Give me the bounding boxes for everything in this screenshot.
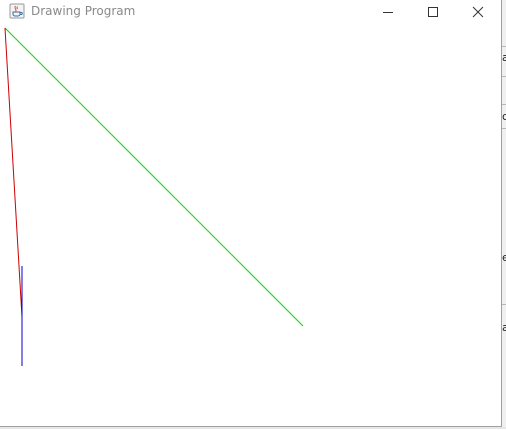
close-button[interactable] — [456, 0, 500, 23]
window-title: Drawing Program — [31, 4, 136, 18]
divider — [502, 104, 506, 105]
background-text-fragment: a — [502, 51, 506, 64]
drawing-program-window: Drawing Program — [0, 0, 502, 427]
background-window-edge: a c e a — [502, 0, 506, 429]
title-bar[interactable]: Drawing Program — [0, 0, 501, 23]
divider — [502, 128, 506, 129]
drawing-canvas[interactable] — [0, 23, 501, 426]
divider — [502, 46, 506, 47]
divider — [502, 304, 506, 305]
background-text-fragment: e — [502, 251, 506, 264]
java-coffee-cup-icon — [9, 3, 25, 19]
background-text-fragment: c — [502, 110, 506, 123]
close-icon — [472, 6, 484, 17]
maximize-button[interactable] — [411, 0, 455, 23]
minimize-button[interactable] — [366, 0, 410, 23]
divider — [502, 76, 506, 77]
green-line — [4, 27, 304, 327]
red-line — [4, 27, 23, 318]
minimize-icon — [383, 11, 393, 13]
background-text-fragment: a — [502, 321, 506, 334]
maximize-icon — [428, 6, 438, 17]
drawing-surface[interactable] — [0, 23, 501, 426]
